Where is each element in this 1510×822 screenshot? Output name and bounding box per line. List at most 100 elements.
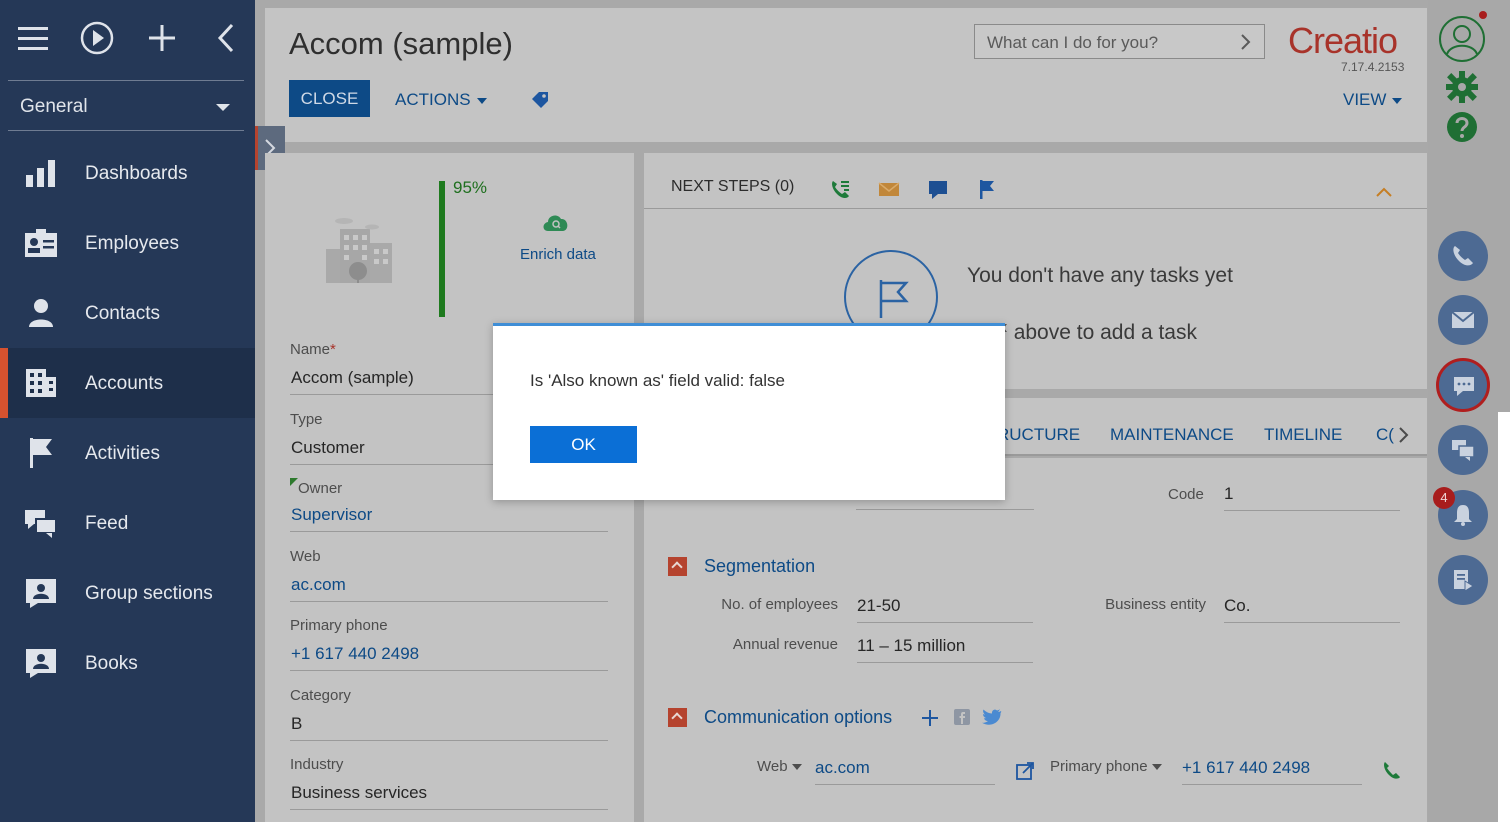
chevron-right-icon[interactable] — [1397, 426, 1409, 444]
next-steps-title: NEXT STEPS (0) — [671, 178, 795, 195]
owner-link[interactable]: Supervisor — [290, 505, 608, 532]
version-label: 7.17.4.2153 — [1341, 60, 1405, 74]
web-label[interactable]: Web — [757, 758, 802, 775]
person-board-icon — [26, 649, 56, 678]
next-steps-header: NEXT STEPS (0) — [644, 153, 1427, 209]
field-label: Primary phone — [290, 617, 388, 634]
tab-overflow[interactable]: C( — [1376, 425, 1394, 445]
field-label: Industry — [290, 756, 344, 773]
page-title: Accom (sample) — [289, 26, 513, 61]
task-flag-icon[interactable] — [976, 178, 998, 200]
sidebar-item-group-sections[interactable]: Group sections — [0, 558, 255, 628]
add-icon[interactable] — [142, 18, 182, 58]
field-industry: Industry Business services — [290, 756, 608, 810]
tab-maintenance[interactable]: MAINTENANCE — [1110, 425, 1234, 445]
close-button[interactable]: CLOSE — [289, 80, 370, 117]
document-process-icon — [1454, 570, 1474, 592]
sidebar-item-label: Contacts — [85, 303, 160, 324]
actions-button[interactable]: ACTIONS — [395, 90, 487, 110]
sidebar-toolbar — [0, 0, 255, 80]
sidebar-item-label: Employees — [85, 233, 179, 254]
sidebar-item-label: Group sections — [85, 583, 213, 604]
window-edge — [1498, 412, 1510, 822]
flag-outline-icon — [879, 280, 909, 318]
hamburger-menu-icon[interactable] — [14, 18, 54, 58]
chat-bubbles-icon — [1452, 440, 1475, 461]
enrich-data-link[interactable]: Enrich data — [520, 246, 596, 263]
person-icon — [29, 299, 53, 327]
required-marker: * — [330, 341, 336, 358]
collapse-section-icon[interactable] — [668, 557, 687, 576]
sidebar-item-books[interactable]: Books — [0, 628, 255, 698]
sidebar-item-dashboards[interactable]: Dashboards — [0, 138, 255, 208]
chevron-up-icon[interactable] — [1374, 186, 1394, 198]
bell-icon — [1454, 505, 1472, 526]
chevron-down-icon — [1392, 97, 1403, 104]
field-label: Category — [290, 687, 351, 704]
sidebar-item-employees[interactable]: Employees — [0, 208, 255, 278]
comm-phone-link[interactable]: +1 617 440 2498 — [1182, 758, 1362, 785]
validation-dialog: Is 'Also known as' field valid: false OK — [493, 323, 1005, 500]
tag-icon[interactable] — [530, 90, 550, 108]
phone-link[interactable]: +1 617 440 2498 — [290, 644, 608, 671]
gear-icon[interactable] — [1445, 70, 1479, 104]
profile-completeness-value: 95% — [453, 178, 488, 197]
sidebar-item-accounts[interactable]: Accounts — [0, 348, 255, 418]
phone-icon — [1453, 246, 1473, 266]
open-external-icon[interactable] — [1015, 761, 1035, 781]
field-category: Category B — [290, 687, 608, 741]
enrich-cloud-icon[interactable] — [541, 211, 571, 235]
tab-structure[interactable]: RUCTURE — [997, 425, 1080, 445]
comm-web-link[interactable]: ac.com — [815, 758, 995, 785]
sidebar-item-label: Feed — [85, 513, 129, 534]
collapse-back-icon[interactable] — [206, 18, 246, 58]
creatio-logo: Creatio — [1288, 20, 1398, 61]
help-icon[interactable] — [1445, 110, 1479, 144]
add-task-hint-suffix: above to add a task — [1013, 321, 1197, 344]
industry-select[interactable]: Business services — [290, 783, 608, 810]
annual-revenue-select[interactable]: 11 – 15 million — [857, 636, 1033, 663]
email-icon[interactable] — [878, 178, 900, 200]
employees-label: No. of employees — [721, 596, 838, 613]
web-link[interactable]: ac.com — [290, 575, 608, 602]
sidebar-item-contacts[interactable]: Contacts — [0, 278, 255, 348]
chat-icon[interactable] — [927, 178, 949, 200]
code-input[interactable]: 1 — [1224, 484, 1400, 511]
process-play-icon[interactable] — [77, 18, 117, 58]
chevron-down-icon — [1151, 764, 1162, 771]
business-entity-select[interactable]: Co. — [1224, 596, 1400, 623]
feed-panel-button[interactable] — [1438, 425, 1488, 475]
segmentation-section-title[interactable]: Segmentation — [704, 556, 815, 577]
employees-select[interactable]: 21-50 — [857, 596, 1033, 623]
business-entity-label: Business entity — [1105, 596, 1206, 613]
collapse-section-icon[interactable] — [668, 708, 687, 727]
flag-icon — [30, 438, 52, 468]
chat-panel-button[interactable] — [1436, 358, 1490, 412]
view-button[interactable]: VIEW — [1343, 90, 1403, 110]
add-icon[interactable] — [920, 708, 940, 728]
sidebar-item-activities[interactable]: Activities — [0, 418, 255, 488]
tab-timeline[interactable]: TIMELINE — [1264, 425, 1342, 445]
actions-label: ACTIONS — [395, 90, 471, 109]
phone-call-icon[interactable] — [1382, 760, 1402, 780]
communication-section-title[interactable]: Communication options — [704, 707, 892, 728]
twitter-icon[interactable] — [982, 709, 1002, 725]
chevron-down-icon — [216, 104, 230, 111]
command-search-input[interactable]: What can I do for you? — [974, 24, 1265, 59]
process-panel-button[interactable] — [1438, 555, 1488, 605]
phone-panel-button[interactable] — [1438, 231, 1488, 281]
annual-revenue-label: Annual revenue — [732, 636, 838, 653]
notification-dot — [1479, 11, 1487, 19]
primary-phone-label[interactable]: Primary phone — [1050, 758, 1162, 775]
category-select[interactable]: B — [290, 714, 608, 741]
email-panel-button[interactable] — [1438, 295, 1488, 345]
call-log-icon[interactable] — [829, 178, 851, 200]
workspace-select[interactable]: General — [8, 80, 244, 131]
sidebar-item-feed[interactable]: Feed — [0, 488, 255, 558]
user-avatar-icon[interactable] — [1437, 14, 1487, 64]
primary-phone-label-text: Primary phone — [1050, 758, 1148, 775]
ok-button[interactable]: OK — [530, 426, 637, 463]
chevron-right-icon[interactable] — [1238, 33, 1252, 51]
field-primary-phone: Primary phone +1 617 440 2498 — [290, 617, 608, 671]
facebook-icon[interactable] — [954, 709, 970, 725]
